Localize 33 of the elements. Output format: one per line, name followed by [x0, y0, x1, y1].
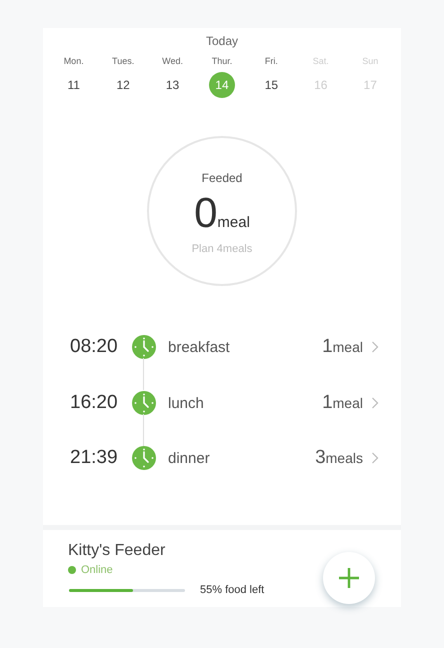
chevron-icon[interactable] — [371, 341, 379, 353]
clock-icon — [132, 335, 156, 359]
meal-amount: 3meals — [315, 447, 363, 469]
weekday-label: Fri. — [264, 56, 278, 66]
date-number[interactable]: 13 — [160, 72, 186, 98]
weekday-label: Wed. — [162, 56, 183, 66]
date-title: Today — [204, 33, 240, 48]
date-number[interactable]: 11 — [60, 72, 87, 98]
device-name: Kitty's Feeder — [68, 542, 166, 560]
weekday-label: Mon. — [64, 56, 84, 66]
plan-text: Plan 4meals — [192, 243, 252, 255]
chevron-icon[interactable] — [371, 397, 379, 409]
add-button[interactable] — [323, 552, 375, 604]
clock-icon — [132, 446, 156, 470]
status-text: Online — [81, 564, 113, 576]
meal-time: 21:39 — [70, 447, 119, 469]
meal-name: dinner — [168, 450, 211, 466]
weekday-label: Thur. — [212, 56, 232, 66]
date-number[interactable]: 12 — [110, 72, 136, 98]
meal-amount: 1meal — [322, 336, 363, 358]
fed-count: 0meal — [194, 189, 250, 237]
meal-amount: 1meal — [322, 392, 363, 414]
date-number[interactable]: 15 — [258, 72, 284, 98]
chevron-icon[interactable] — [371, 452, 379, 464]
meal-time: 16:20 — [70, 392, 119, 414]
food-left-text: 55% food left — [200, 584, 264, 596]
meal-name: breakfast — [168, 338, 231, 356]
meal-time: 08:20 — [70, 336, 119, 358]
meal-name: lunch — [168, 394, 205, 412]
weekday-label: Tues. — [112, 56, 134, 66]
plus-icon — [338, 567, 360, 589]
clock-icon — [132, 391, 156, 415]
fed-label: Feeded — [202, 171, 242, 185]
